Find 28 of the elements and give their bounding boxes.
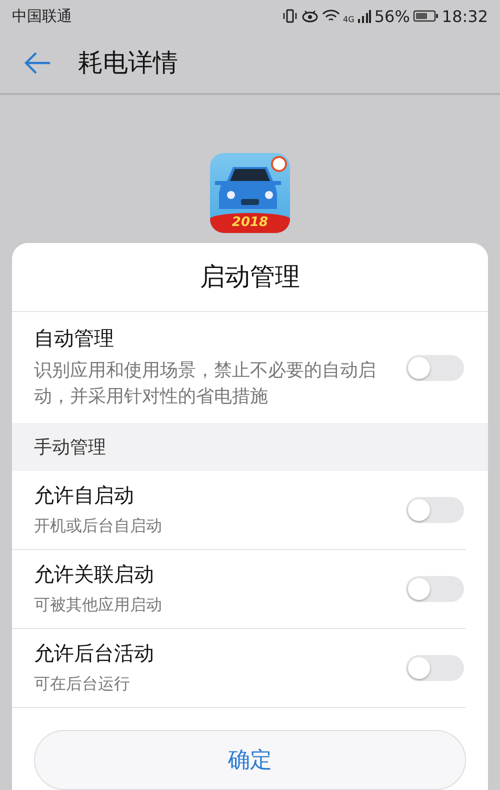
vibrate-icon bbox=[282, 9, 298, 24]
app-badge: 2018 bbox=[210, 213, 290, 234]
setting-label: 允许后台活动 bbox=[34, 640, 155, 666]
setting-label: 自动管理 bbox=[34, 325, 115, 352]
page-title: 耗电详情 bbox=[78, 47, 178, 80]
carrier-name: 中国联通 bbox=[12, 6, 72, 26]
dialog-title: 启动管理 bbox=[12, 243, 488, 312]
eye-icon bbox=[301, 9, 320, 24]
confirm-button[interactable]: 确定 bbox=[34, 730, 466, 790]
setting-label: 允许关联启动 bbox=[34, 560, 155, 588]
setting-description: 识别应用和使用场景，禁止不必要的自动启动，并采用针对性的省电措施 bbox=[34, 359, 377, 409]
toggle-switch[interactable] bbox=[406, 576, 464, 602]
battery-percent: 56% bbox=[374, 6, 410, 26]
setting-description: 可在后台运行 bbox=[34, 672, 131, 694]
section-header: 手动管理 bbox=[12, 423, 488, 471]
signal-icon bbox=[357, 9, 372, 24]
back-icon[interactable] bbox=[24, 50, 52, 75]
logo-icon bbox=[271, 156, 287, 172]
toggle-switch[interactable] bbox=[406, 655, 464, 681]
wifi-icon bbox=[322, 9, 340, 24]
clock: 18:32 bbox=[442, 6, 488, 26]
toggle-switch[interactable] bbox=[406, 497, 464, 523]
setting-label: 允许自启动 bbox=[34, 482, 135, 508]
setting-description: 开机或后台自启动 bbox=[34, 514, 163, 536]
setting-description: 可被其他应用启动 bbox=[34, 594, 163, 616]
network-type: 4G bbox=[343, 14, 354, 24]
toggle-switch[interactable] bbox=[406, 354, 464, 380]
battery-icon bbox=[412, 9, 439, 24]
